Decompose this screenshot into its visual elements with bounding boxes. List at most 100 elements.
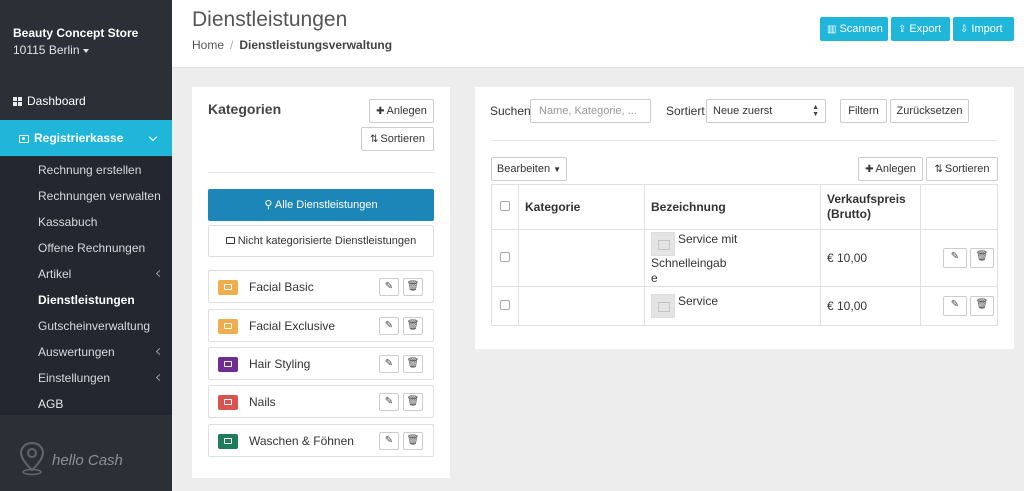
submenu-item-artikel[interactable]: Artikel	[38, 264, 168, 284]
row-name-cell: Service	[644, 286, 821, 326]
sort-categories-button[interactable]: ⇅ Sortieren	[361, 127, 434, 151]
edit-icon[interactable]: ✎	[379, 317, 399, 335]
folder-icon	[224, 438, 232, 444]
edit-icon[interactable]: ✎	[379, 278, 399, 296]
submenu-item-einstellungen[interactable]: Einstellungen	[38, 368, 168, 388]
download-icon: ⇩	[960, 24, 969, 35]
breadcrumb: Home / Dienstleistungsverwaltung	[192, 38, 392, 52]
row-actions: ✎ 🗑	[920, 286, 998, 326]
submenu-item-auswertungen[interactable]: Auswertungen	[38, 342, 168, 362]
trash-icon[interactable]: 🗑	[403, 355, 423, 373]
service-image-placeholder	[651, 294, 675, 318]
select-all-checkbox[interactable]	[500, 201, 510, 211]
column-header-price[interactable]: Verkaufspreis (Brutto)	[820, 184, 921, 230]
submenu-item-offene-rechnungen[interactable]: Offene Rechnungen	[38, 238, 168, 258]
service-image-placeholder	[651, 232, 675, 256]
row-actions: ✎ 🗑	[920, 229, 998, 287]
chevron-left-icon	[155, 373, 164, 382]
categories-title: Kategorien	[208, 101, 282, 117]
row-checkbox[interactable]	[500, 300, 510, 310]
category-label: Waschen & Föhnen	[249, 434, 354, 448]
search-input[interactable]: Name, Kategorie, ...	[530, 99, 651, 123]
edit-icon[interactable]: ✎	[379, 432, 399, 450]
trash-icon[interactable]: 🗑	[403, 432, 423, 450]
cash-register-icon	[19, 135, 29, 143]
category-item[interactable]: Facial Basic ✎ 🗑	[208, 270, 434, 303]
row-name-cell: Service mit Schnelleingab e	[644, 229, 821, 287]
edit-icon[interactable]: ✎	[379, 355, 399, 373]
reset-button[interactable]: Zurücksetzen	[890, 99, 969, 123]
sidebar-item-registrierkasse[interactable]: Registrierkasse	[0, 120, 172, 156]
edit-icon[interactable]: ✎	[379, 393, 399, 411]
table-row[interactable]: Service € 10,00 ✎ 🗑	[491, 286, 998, 326]
category-item[interactable]: Waschen & Föhnen ✎ 🗑	[208, 424, 434, 457]
categories-panel: Kategorien ✚ Anlegen ⇅ Sortieren ⚲ Alle Di…	[192, 87, 450, 478]
row-select-cell	[491, 229, 519, 287]
sort-icon: ⇅	[934, 164, 943, 175]
column-header-actions	[920, 184, 998, 230]
scan-button[interactable]: ▥ Scannen	[820, 17, 888, 41]
store-city-label: 10115 Berlin	[13, 43, 80, 57]
submenu-item-dienstleistungen[interactable]: Dienstleistungen	[38, 290, 168, 310]
divider	[491, 140, 998, 141]
add-category-button[interactable]: ✚ Anlegen	[369, 99, 434, 123]
uncategorized-services-button[interactable]: Nicht kategorisierte Dienstleistungen	[208, 225, 434, 257]
folder-icon	[224, 284, 232, 290]
sidebar-item-label: Registrierkasse	[34, 131, 124, 145]
category-label: Hair Styling	[249, 357, 311, 371]
chevron-left-icon	[155, 347, 164, 356]
import-button[interactable]: ⇩ Import	[953, 17, 1014, 41]
folder-icon	[224, 361, 232, 367]
sort-select[interactable]: Neue zuerst ▲ ▼	[706, 99, 826, 123]
column-header-name[interactable]: Bezeichnung	[644, 184, 821, 230]
category-color-swatch	[218, 280, 238, 295]
edit-dropdown-button[interactable]: Bearbeiten ▼	[491, 157, 567, 181]
all-services-button[interactable]: ⚲ Alle Dienstleistungen	[208, 189, 434, 221]
trash-icon[interactable]: 🗑	[403, 278, 423, 296]
column-header-category[interactable]: Kategorie	[518, 184, 645, 230]
edit-icon[interactable]: ✎	[943, 296, 967, 316]
category-item[interactable]: Hair Styling ✎ 🗑	[208, 347, 434, 380]
store-city[interactable]: 10115 Berlin	[13, 43, 159, 57]
trash-icon[interactable]: 🗑	[403, 393, 423, 411]
category-item[interactable]: Facial Exclusive ✎ 🗑	[208, 309, 434, 342]
location-pin-icon	[19, 441, 45, 476]
breadcrumb-current: Dienstleistungsverwaltung	[239, 38, 393, 52]
dashboard-icon	[13, 97, 22, 106]
table-row[interactable]: Service mit Schnelleingab e € 10,00 ✎ 🗑	[491, 229, 998, 287]
category-label: Facial Basic	[249, 280, 314, 294]
store-selector[interactable]: Beauty Concept Store 10115 Berlin	[0, 0, 172, 57]
category-label: Facial Exclusive	[249, 319, 336, 333]
submenu-item-gutscheinverwaltung[interactable]: Gutscheinverwaltung	[38, 316, 168, 336]
row-category	[518, 286, 645, 326]
search-icon: ⚲	[264, 199, 275, 211]
sort-select-value: Neue zuerst	[713, 105, 773, 117]
trash-icon[interactable]: 🗑	[403, 317, 423, 335]
sort-services-button[interactable]: ⇅ Sortieren	[926, 157, 998, 181]
logo-text: hello Cash	[52, 452, 123, 469]
sidebar-item-dashboard[interactable]: Dashboard	[0, 90, 172, 112]
trash-icon[interactable]: 🗑	[970, 296, 994, 316]
folder-icon	[224, 323, 232, 329]
table-header-row: Kategorie Bezeichnung Verkaufspreis (Brut…	[491, 184, 998, 230]
submenu-item-rechnungen-verwalten[interactable]: Rechnungen verwalten	[38, 186, 168, 206]
row-checkbox[interactable]	[500, 252, 510, 262]
caret-down-icon: ▼	[553, 165, 562, 174]
category-item[interactable]: Nails ✎ 🗑	[208, 385, 434, 418]
submenu-item-rechnung-erstellen[interactable]: Rechnung erstellen	[38, 160, 168, 180]
chevron-left-icon	[155, 269, 164, 278]
row-price: € 10,00	[820, 229, 921, 287]
export-button[interactable]: ⇪ Export	[891, 17, 950, 41]
category-color-swatch	[218, 319, 238, 334]
store-name: Beauty Concept Store	[13, 26, 139, 40]
filter-button[interactable]: Filtern	[840, 99, 887, 123]
divider	[208, 172, 434, 173]
add-service-button[interactable]: ✚ Anlegen	[858, 157, 923, 181]
sort-label: Sortiert	[666, 104, 705, 118]
submenu-item-kassabuch[interactable]: Kassabuch	[38, 212, 168, 232]
breadcrumb-home[interactable]: Home	[192, 38, 224, 52]
edit-icon[interactable]: ✎	[943, 248, 967, 268]
trash-icon[interactable]: 🗑	[970, 248, 994, 268]
sidebar-item-agb[interactable]: AGB	[38, 394, 63, 414]
sidebar: Beauty Concept Store 10115 Berlin Dashbo…	[0, 0, 172, 491]
